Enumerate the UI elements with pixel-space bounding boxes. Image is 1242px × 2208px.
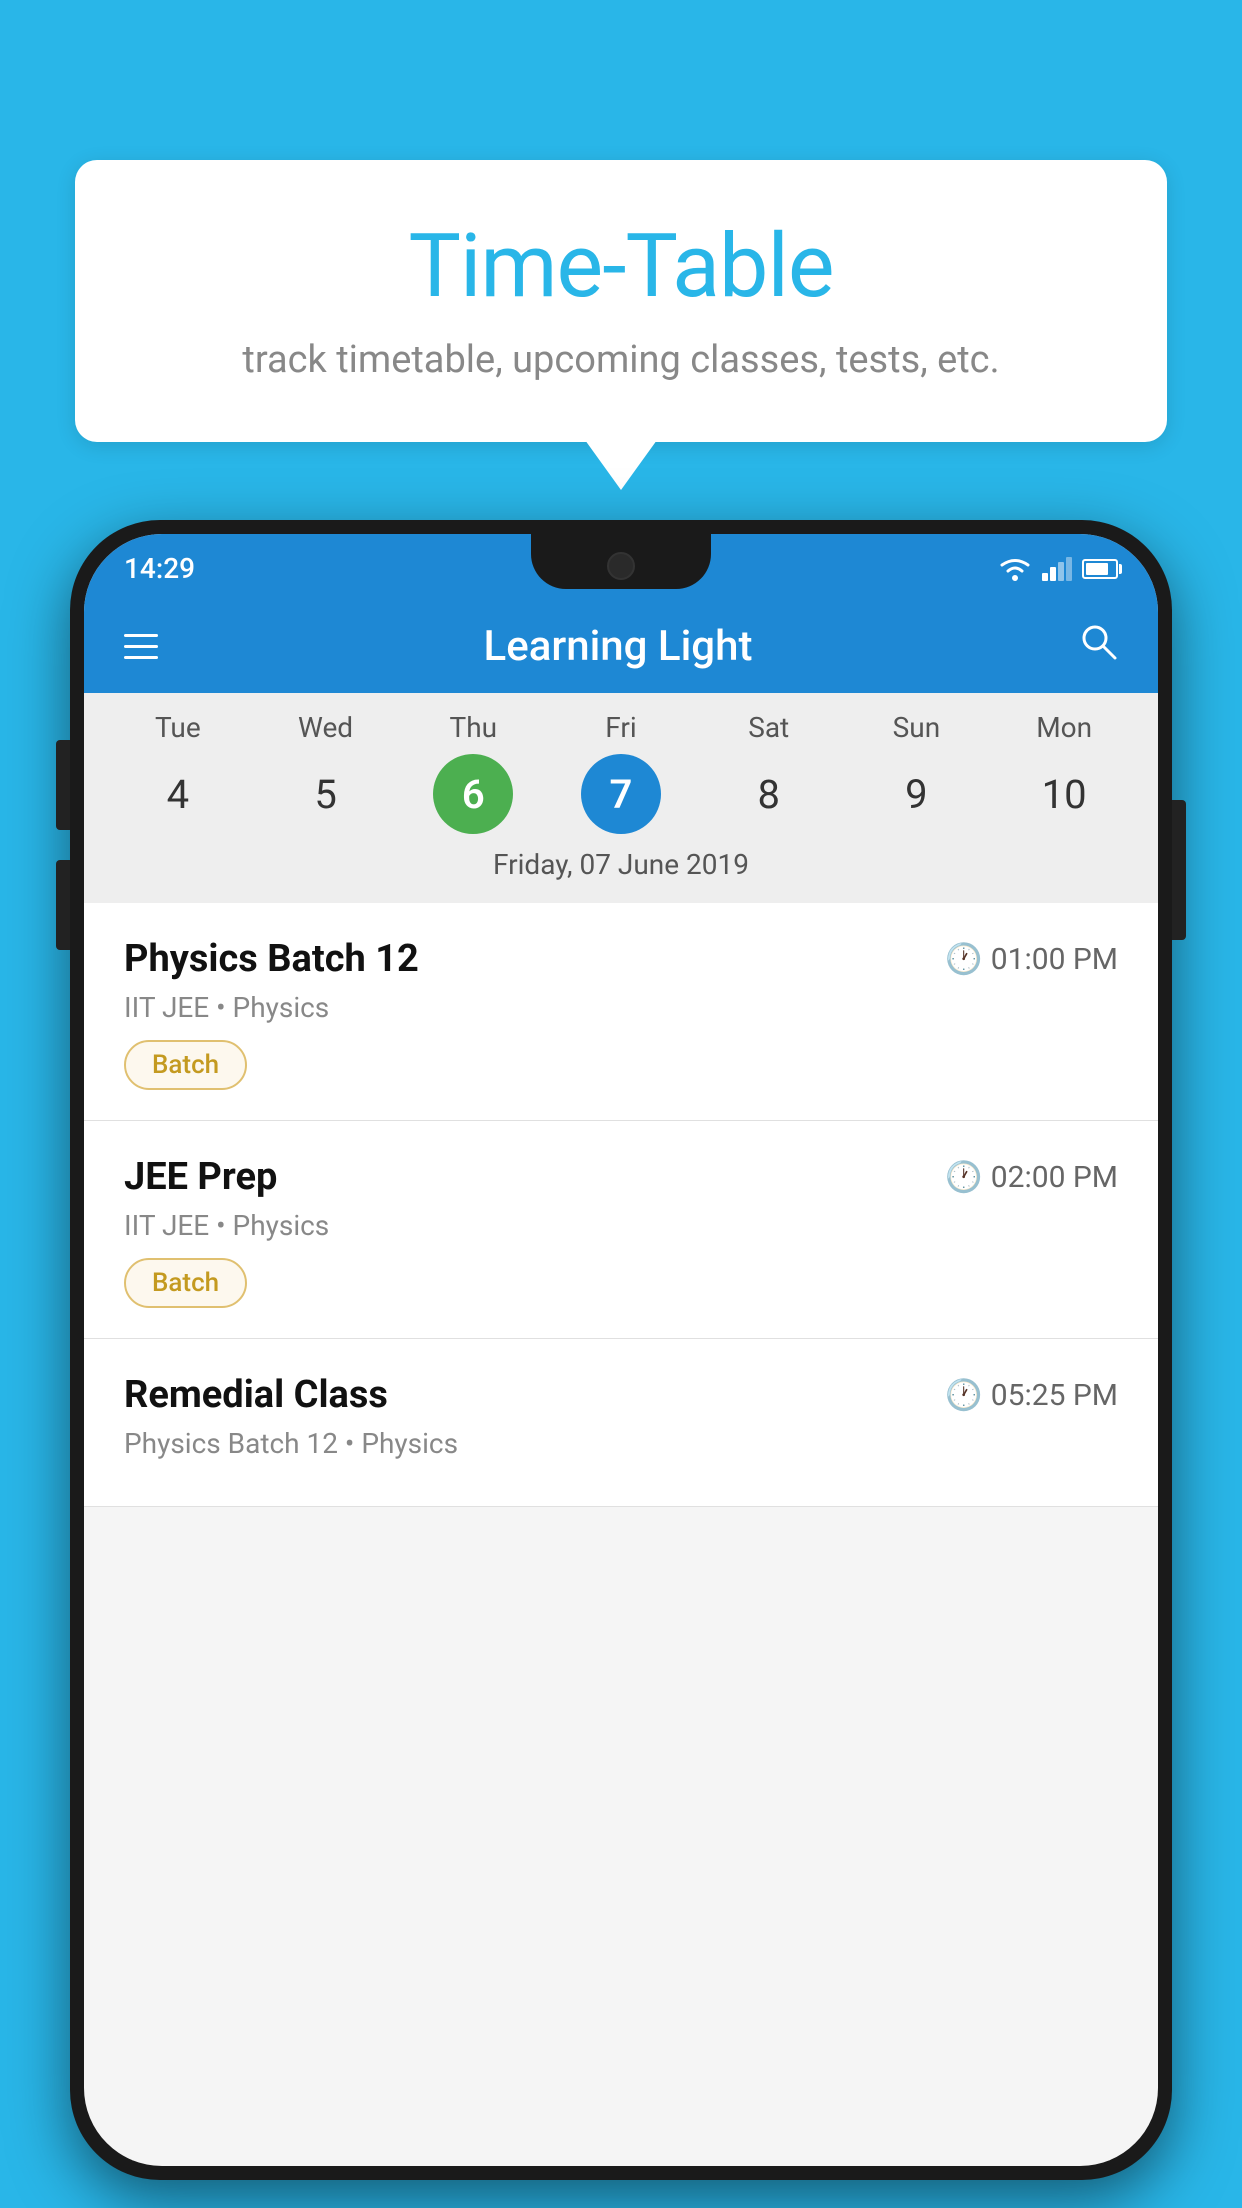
phone-power-button [1172,800,1186,940]
cal-day-4[interactable]: 4 [138,754,218,834]
class-badge-2: Batch [124,1258,247,1308]
speech-bubble-container: Time-Table track timetable, upcoming cla… [75,160,1167,442]
search-button[interactable] [1078,621,1118,671]
calendar-strip: Tue Wed Thu Fri Sat Sun Mon 4 5 6 7 8 9 … [84,693,1158,903]
selected-date-label: Friday, 07 June 2019 [104,848,1138,893]
signal-icon [1042,557,1072,581]
class-item-header-3: Remedial Class 🕐 05:25 PM [124,1373,1118,1417]
phone-vol-down [56,860,70,950]
phone-camera [607,552,635,580]
class-item-physics-batch-12[interactable]: Physics Batch 12 🕐 01:00 PM IIT JEE • Ph… [84,903,1158,1121]
day-name-thu: Thu [399,711,547,744]
phone-wrapper: 14:29 [70,520,1172,2208]
class-meta-1: IIT JEE • Physics [124,991,1118,1024]
class-meta-2: IIT JEE • Physics [124,1209,1118,1242]
class-name-2: JEE Prep [124,1155,277,1199]
class-time-value-2: 02:00 PM [991,1160,1118,1195]
class-time-3: 🕐 05:25 PM [945,1378,1118,1413]
class-item-remedial[interactable]: Remedial Class 🕐 05:25 PM Physics Batch … [84,1339,1158,1507]
class-time-value-1: 01:00 PM [991,942,1118,977]
class-list: Physics Batch 12 🕐 01:00 PM IIT JEE • Ph… [84,903,1158,1507]
phone-outer: 14:29 [70,520,1172,2180]
cal-day-8[interactable]: 8 [729,754,809,834]
speech-bubble: Time-Table track timetable, upcoming cla… [75,160,1167,442]
phone-vol-up [56,740,70,830]
phone-screen: 14:29 [84,534,1158,2166]
wifi-icon [998,556,1032,582]
class-time-2: 🕐 02:00 PM [945,1160,1118,1195]
class-time-value-3: 05:25 PM [991,1378,1118,1413]
hamburger-menu[interactable] [124,634,158,659]
day-numbers-row: 4 5 6 7 8 9 10 [104,754,1138,834]
day-name-tue: Tue [104,711,252,744]
cal-day-7-selected[interactable]: 7 [581,754,661,834]
day-names-row: Tue Wed Thu Fri Sat Sun Mon [104,711,1138,744]
phone-notch [531,534,711,589]
page-title: Time-Table [135,215,1107,318]
day-name-fri: Fri [547,711,695,744]
class-meta-3: Physics Batch 12 • Physics [124,1427,1118,1460]
status-icons [998,556,1118,582]
cal-day-9[interactable]: 9 [876,754,956,834]
app-header-title: Learning Light [484,622,753,671]
class-name-1: Physics Batch 12 [124,937,419,981]
day-name-sat: Sat [695,711,843,744]
day-name-mon: Mon [990,711,1138,744]
class-time-1: 🕐 01:00 PM [945,942,1118,977]
class-item-jee-prep[interactable]: JEE Prep 🕐 02:00 PM IIT JEE • Physics Ba… [84,1121,1158,1339]
clock-icon-2: 🕐 [945,1160,982,1195]
cal-day-5[interactable]: 5 [286,754,366,834]
class-badge-1: Batch [124,1040,247,1090]
day-name-wed: Wed [252,711,400,744]
cal-day-10[interactable]: 10 [1024,754,1104,834]
page-subtitle: track timetable, upcoming classes, tests… [135,338,1107,382]
class-item-header-2: JEE Prep 🕐 02:00 PM [124,1155,1118,1199]
day-name-sun: Sun [843,711,991,744]
status-time: 14:29 [124,552,195,585]
class-item-header-1: Physics Batch 12 🕐 01:00 PM [124,937,1118,981]
cal-day-6-today[interactable]: 6 [433,754,513,834]
battery-icon [1082,559,1118,579]
clock-icon-1: 🕐 [945,942,982,977]
class-name-3: Remedial Class [124,1373,388,1417]
app-header: Learning Light [84,599,1158,693]
clock-icon-3: 🕐 [945,1378,982,1413]
